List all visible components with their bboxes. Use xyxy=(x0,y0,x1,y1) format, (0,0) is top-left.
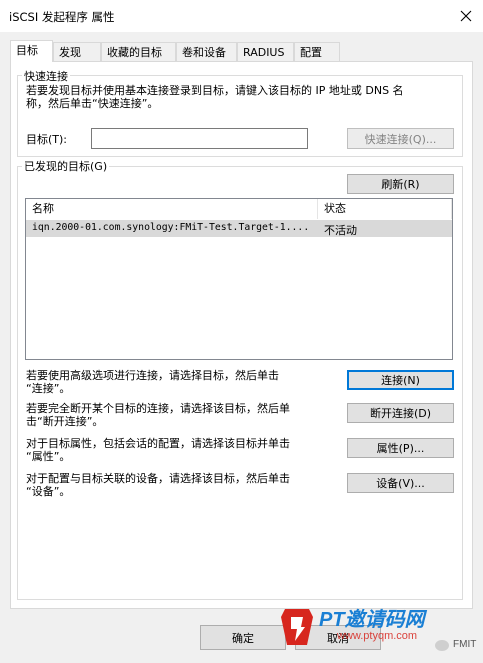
tab-label: 收藏的目标 xyxy=(107,46,162,59)
devices-description: 对于配置与目标关联的设备，请选择该目标，然后单击 “设备”。 xyxy=(26,472,336,498)
column-header-name[interactable]: 名称 xyxy=(26,199,318,219)
ok-button[interactable]: 确定 xyxy=(200,625,286,650)
target-label: 目标(T): xyxy=(26,133,68,146)
window-title: iSCSI 发起程序 属性 xyxy=(9,10,115,24)
tab-discovery[interactable]: 发现 xyxy=(53,42,101,61)
quick-connect-description: 若要发现目标并使用基本连接登录到目标，请键入该目标的 IP 地址或 DNS 名 … xyxy=(26,84,462,110)
quick-connect-legend: 快速连接 xyxy=(22,68,70,84)
target-name: iqn.2000-01.com.synology:FMiT-Test.Targe… xyxy=(32,222,310,233)
description-line: “连接”。 xyxy=(26,382,71,395)
description-line: “属性”。 xyxy=(26,450,71,463)
discovered-targets-legend: 已发现的目标(G) xyxy=(22,158,110,174)
description-line: 对于目标属性，包括会话的配置，请选择该目标并单击 xyxy=(26,437,290,450)
column-header-status[interactable]: 状态 xyxy=(318,199,452,219)
description-line: 称，然后单击“快速连接”。 xyxy=(26,97,159,110)
quick-connect-button[interactable]: 快速连接(Q)... xyxy=(347,128,454,149)
description-line: 若要使用高级选项进行连接，请选择目标，然后单击 xyxy=(26,369,279,382)
description-line: 对于配置与目标关联的设备，请选择该目标，然后单击 xyxy=(26,472,290,485)
watermark-badge: FMIT xyxy=(453,639,477,650)
tab-favorite-targets[interactable]: 收藏的目标 xyxy=(101,42,176,61)
tab-volumes-devices[interactable]: 卷和设备 xyxy=(176,42,237,61)
description-line: 若要发现目标并使用基本连接登录到目标，请键入该目标的 IP 地址或 DNS 名 xyxy=(26,84,404,97)
devices-button[interactable]: 设备(V)... xyxy=(347,473,454,493)
connect-button[interactable]: 连接(N) xyxy=(347,370,454,390)
wechat-icon xyxy=(435,640,449,651)
properties-description: 对于目标属性，包括会话的配置，请选择该目标并单击 “属性”。 xyxy=(26,437,336,463)
tab-radius[interactable]: RADIUS xyxy=(237,42,294,61)
description-line: 击“断开连接”。 xyxy=(26,415,104,428)
target-status: 不活动 xyxy=(324,224,357,237)
close-icon xyxy=(460,10,472,22)
title-bar: iSCSI 发起程序 属性 xyxy=(0,0,483,32)
tab-targets[interactable]: 目标 xyxy=(10,40,53,62)
close-button[interactable] xyxy=(452,2,480,30)
connect-description: 若要使用高级选项进行连接，请选择目标，然后单击 “连接”。 xyxy=(26,369,336,395)
target-input[interactable] xyxy=(91,128,308,149)
tab-label: 目标 xyxy=(16,44,38,57)
targets-list[interactable]: 名称 状态 iqn.2000-01.com.synology:FMiT-Test… xyxy=(25,198,453,360)
tab-configuration[interactable]: 配置 xyxy=(294,42,340,61)
tab-label: 配置 xyxy=(300,46,322,59)
disconnect-description: 若要完全断开某个目标的连接，请选择该目标，然后单 击“断开连接”。 xyxy=(26,402,336,428)
tab-label: RADIUS xyxy=(243,46,285,59)
cancel-button[interactable]: 取消 xyxy=(295,625,381,650)
description-line: “设备”。 xyxy=(26,485,71,498)
properties-button[interactable]: 属性(P)... xyxy=(347,438,454,458)
description-line: 若要完全断开某个目标的连接，请选择该目标，然后单 xyxy=(26,402,290,415)
table-row[interactable]: iqn.2000-01.com.synology:FMiT-Test.Targe… xyxy=(26,220,452,237)
refresh-button[interactable]: 刷新(R) xyxy=(347,174,454,194)
tab-label: 发现 xyxy=(59,46,81,59)
disconnect-button[interactable]: 断开连接(D) xyxy=(347,403,454,423)
tab-label: 卷和设备 xyxy=(182,46,226,59)
